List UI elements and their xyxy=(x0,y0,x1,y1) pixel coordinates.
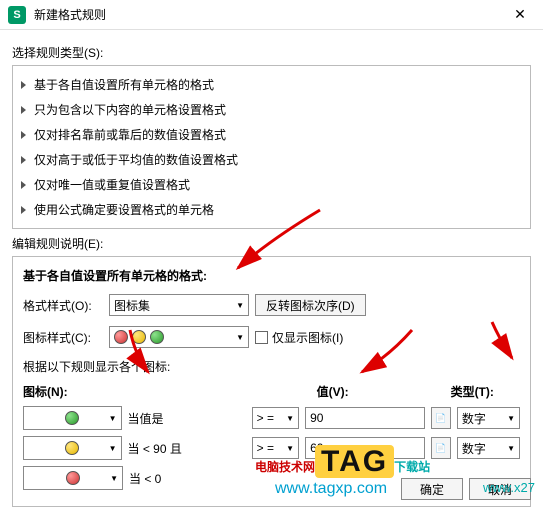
rule-type-item[interactable]: 仅对排名靠前或靠后的数值设置格式 xyxy=(21,122,522,147)
icon-rule-row: ▼ 当值是 > = ▼ 📄 数字 ▼ xyxy=(23,406,520,430)
rule-type-text: 使用公式确定要设置格式的单元格 xyxy=(34,201,214,218)
rule-type-text: 仅对唯一值或重复值设置格式 xyxy=(34,176,190,193)
watermark-url2: www.x27 xyxy=(483,480,535,495)
type-value: 数字 xyxy=(462,410,486,427)
show-icon-only-label: 仅显示图标(I) xyxy=(272,329,343,346)
icon-column-header: 图标(N): xyxy=(23,383,132,400)
rule-type-text: 仅对高于或低于平均值的数值设置格式 xyxy=(34,151,238,168)
icon-picker[interactable]: ▼ xyxy=(23,436,122,460)
rule-type-item[interactable]: 使用公式确定要设置格式的单元格 xyxy=(21,197,522,222)
window-title: 新建格式规则 xyxy=(34,6,505,23)
dropdown-arrow-icon: ▼ xyxy=(109,444,117,453)
rule-type-item[interactable]: 基于各自值设置所有单元格的格式 xyxy=(21,72,522,97)
format-style-label: 格式样式(O): xyxy=(23,297,103,314)
type-combo[interactable]: 数字 ▼ xyxy=(457,407,520,429)
type-value: 数字 xyxy=(462,440,486,457)
dropdown-arrow-icon: ▼ xyxy=(236,333,244,342)
circle-green-icon xyxy=(65,411,79,425)
circle-red-icon xyxy=(66,471,80,485)
display-rules-subtext: 根据以下规则显示各个图标: xyxy=(23,358,520,375)
format-style-combo[interactable]: 图标集 ▼ xyxy=(109,294,249,316)
dropdown-arrow-icon: ▼ xyxy=(236,301,244,310)
show-icon-only-checkbox[interactable]: 仅显示图标(I) xyxy=(255,329,343,346)
checkbox-icon xyxy=(255,331,268,344)
rule-type-text: 基于各自值设置所有单元格的格式 xyxy=(34,76,214,93)
rule-type-text: 仅对排名靠前或靠后的数值设置格式 xyxy=(34,126,226,143)
icon-style-combo[interactable]: ▼ xyxy=(109,326,249,348)
icon-style-label: 图标样式(C): xyxy=(23,329,103,346)
watermark-url: www.tagxp.com xyxy=(275,480,387,498)
rule-type-text: 只为包含以下内容的单元格设置格式 xyxy=(34,101,226,118)
condition-text: 当值是 xyxy=(128,410,246,427)
cell-reference-button[interactable]: 📄 xyxy=(431,407,451,429)
icon-picker[interactable]: ▼ xyxy=(23,406,122,430)
dropdown-arrow-icon: ▼ xyxy=(507,414,515,423)
close-icon[interactable]: ✕ xyxy=(505,6,535,23)
cell-reference-button[interactable]: 📄 xyxy=(431,437,451,459)
value-input[interactable] xyxy=(305,407,425,429)
circle-red-icon xyxy=(114,330,128,344)
rule-type-item[interactable]: 只为包含以下内容的单元格设置格式 xyxy=(21,97,522,122)
dropdown-arrow-icon: ▼ xyxy=(507,444,515,453)
format-style-value: 图标集 xyxy=(114,297,150,314)
select-rule-type-label: 选择规则类型(S): xyxy=(12,44,531,61)
rule-type-list: 基于各自值设置所有单元格的格式 只为包含以下内容的单元格设置格式 仅对排名靠前或… xyxy=(12,65,531,229)
dropdown-arrow-icon: ▼ xyxy=(286,414,294,423)
icon-picker[interactable]: ▼ xyxy=(23,466,123,490)
edit-rule-desc-label: 编辑规则说明(E): xyxy=(12,235,531,252)
type-column-header: 类型(T): xyxy=(451,383,520,400)
circle-yellow-icon xyxy=(65,441,79,455)
dropdown-arrow-icon: ▼ xyxy=(109,414,117,423)
value-column-header: 值(V): xyxy=(317,383,451,400)
reverse-order-button[interactable]: 反转图标次序(D) xyxy=(255,294,366,316)
panel-title: 基于各自值设置所有单元格的格式: xyxy=(23,267,520,284)
rule-type-item[interactable]: 仅对唯一值或重复值设置格式 xyxy=(21,172,522,197)
operator-value: > = xyxy=(257,411,274,425)
ok-button[interactable]: 确定 xyxy=(401,478,463,500)
rule-type-item[interactable]: 仅对高于或低于平均值的数值设置格式 xyxy=(21,147,522,172)
condition-text: 当 < 0 xyxy=(129,470,249,487)
watermark-text: 电脑技术网TAG下载站 xyxy=(255,445,430,479)
circle-green-icon xyxy=(150,330,164,344)
circle-yellow-icon xyxy=(132,330,146,344)
condition-text: 当 < 90 且 xyxy=(128,440,246,457)
dropdown-arrow-icon: ▼ xyxy=(110,474,118,483)
type-combo[interactable]: 数字 ▼ xyxy=(457,437,520,459)
app-icon: S xyxy=(8,6,26,24)
operator-combo[interactable]: > = ▼ xyxy=(252,407,299,429)
